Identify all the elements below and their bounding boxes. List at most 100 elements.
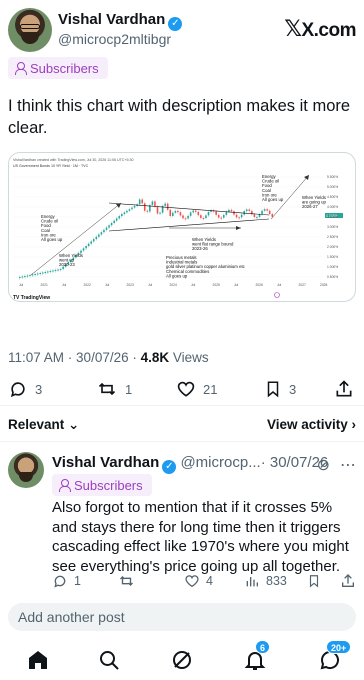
candle-body <box>113 220 115 223</box>
y-tick-label: 1.500% <box>327 255 338 259</box>
annotation-line: All goes up <box>166 273 188 278</box>
candle-body <box>202 217 205 219</box>
tradingview-watermark: TV TradingView <box>13 295 50 301</box>
x-tick-label: 2026 <box>256 283 264 287</box>
grok-icon[interactable]: ⊘ <box>317 455 330 475</box>
y-tick-label: 4.000% <box>327 205 338 209</box>
divider <box>0 441 364 442</box>
annotation-line: All goes up <box>41 237 63 242</box>
x-tick-label: Jul <box>19 283 23 287</box>
candle-body <box>41 272 44 274</box>
candle-body <box>200 215 202 218</box>
search-icon[interactable] <box>97 648 121 672</box>
views-chart-icon <box>246 577 258 587</box>
x-tick-label: 2022 <box>84 283 92 287</box>
reply-icon <box>10 382 25 398</box>
candle-body <box>197 211 200 216</box>
reply-header: Vishal Vardhan ✓ @microcp...· 30/07/26 <box>52 454 328 474</box>
bottom-nav: 6 20+ <box>0 640 364 680</box>
author-avatar[interactable] <box>8 8 52 52</box>
x-tick-label: Jul <box>62 283 66 287</box>
author-handle[interactable]: @microcp2mltibgr <box>58 31 171 47</box>
more-options-icon[interactable]: ⋯ <box>340 455 356 475</box>
messages-icon[interactable]: 20+ <box>318 640 352 672</box>
candle-body <box>240 214 243 218</box>
reply-author-handle[interactable]: @microcp... <box>180 454 260 471</box>
add-post-input[interactable]: Add another post <box>8 603 356 631</box>
annotation-middle-yields: When Yields went flat range bound 2023-26 <box>192 237 234 251</box>
grok-icon[interactable] <box>170 648 194 672</box>
candle-body <box>245 209 248 212</box>
candle-body <box>128 209 131 211</box>
home-icon[interactable] <box>26 648 50 672</box>
share-button[interactable] <box>334 379 354 399</box>
candle-body <box>182 215 184 219</box>
candle-body <box>164 203 166 206</box>
annotation-left-yields: When Yields went up 2020-23 <box>59 253 83 267</box>
candle-body <box>271 214 274 217</box>
subscribers-badge[interactable]: Subscribers <box>8 57 108 79</box>
reply-author-name[interactable]: Vishal Vardhan <box>52 454 159 471</box>
reply-author-avatar[interactable] <box>8 452 44 488</box>
author-name[interactable]: Vishal Vardhan ✓ <box>58 11 183 31</box>
y-tick-label: 1.000% <box>327 265 338 269</box>
candle-body <box>217 214 220 218</box>
candle-body <box>141 199 143 204</box>
candle-body <box>230 209 233 212</box>
candle-body <box>228 209 230 212</box>
y-tick-label: 5.000% <box>327 185 338 189</box>
person-icon <box>15 62 27 75</box>
candle-body <box>110 223 113 226</box>
x-logo: 𝕏X.com <box>284 16 356 41</box>
x-tick-label: 2027 <box>299 283 307 287</box>
relevant-sort-dropdown[interactable]: Relevant ⌄ <box>8 417 79 433</box>
candle-body <box>154 201 156 207</box>
reply-views-button[interactable]: 833 <box>244 573 287 589</box>
x-tick-label: 2023 <box>127 283 135 287</box>
candle-body <box>194 210 197 212</box>
candle-body <box>138 199 141 205</box>
candle-body <box>105 227 108 230</box>
candle-body <box>24 276 26 277</box>
reply-repost-button[interactable] <box>118 573 135 589</box>
chart-marker-icon <box>274 292 280 298</box>
share-icon <box>336 380 352 397</box>
reply-share-button[interactable] <box>340 573 356 589</box>
reply-button[interactable]: 3 <box>8 379 42 399</box>
candle-body <box>34 274 36 275</box>
chevron-right-icon: › <box>351 417 357 432</box>
reply-subscribers-badge[interactable]: Subscribers <box>52 474 152 496</box>
reply-header-actions: ⊘ ⋯ <box>317 455 356 475</box>
candle-body <box>187 215 189 219</box>
verified-icon: ✓ <box>168 17 183 31</box>
messages-badge: 20+ <box>326 640 352 654</box>
candle-body <box>85 246 87 249</box>
share-icon <box>342 574 354 587</box>
reply-reply-button[interactable]: 1 <box>52 573 81 589</box>
candle-body <box>47 271 49 273</box>
bookmark-button[interactable]: 3 <box>264 379 296 399</box>
candle-body <box>103 229 105 233</box>
reply-text: Also forgot to mention that if it crosse… <box>52 499 349 575</box>
annotation-line: 2026-27 <box>302 204 318 209</box>
like-button[interactable]: 21 <box>176 379 217 399</box>
reply-bookmark-button[interactable] <box>307 573 321 589</box>
repost-icon <box>98 382 116 396</box>
repost-icon <box>120 576 133 586</box>
repost-button[interactable]: 1 <box>96 379 132 399</box>
candle-body <box>131 207 133 210</box>
chart-image[interactable]: VishalVardhan created with TradingView.c… <box>8 152 356 302</box>
candle-body <box>57 269 59 271</box>
x-tick-label: Jul <box>148 283 152 287</box>
reply-like-button[interactable]: 4 <box>184 573 213 589</box>
candle-body <box>172 212 174 216</box>
candle-body <box>223 215 225 218</box>
chart-series-title: US Government Bonds 10 YR Yield · 1M · T… <box>13 164 89 168</box>
candle-body <box>179 212 182 216</box>
candle-body <box>256 216 258 218</box>
view-activity-link[interactable]: View activity › <box>267 417 356 432</box>
candle-body <box>263 209 266 211</box>
notifications-icon[interactable]: 6 <box>243 640 271 672</box>
candle-body <box>115 218 118 221</box>
annotation-middle-metals: Precious metals Industrial metals gold sil… <box>166 255 246 278</box>
